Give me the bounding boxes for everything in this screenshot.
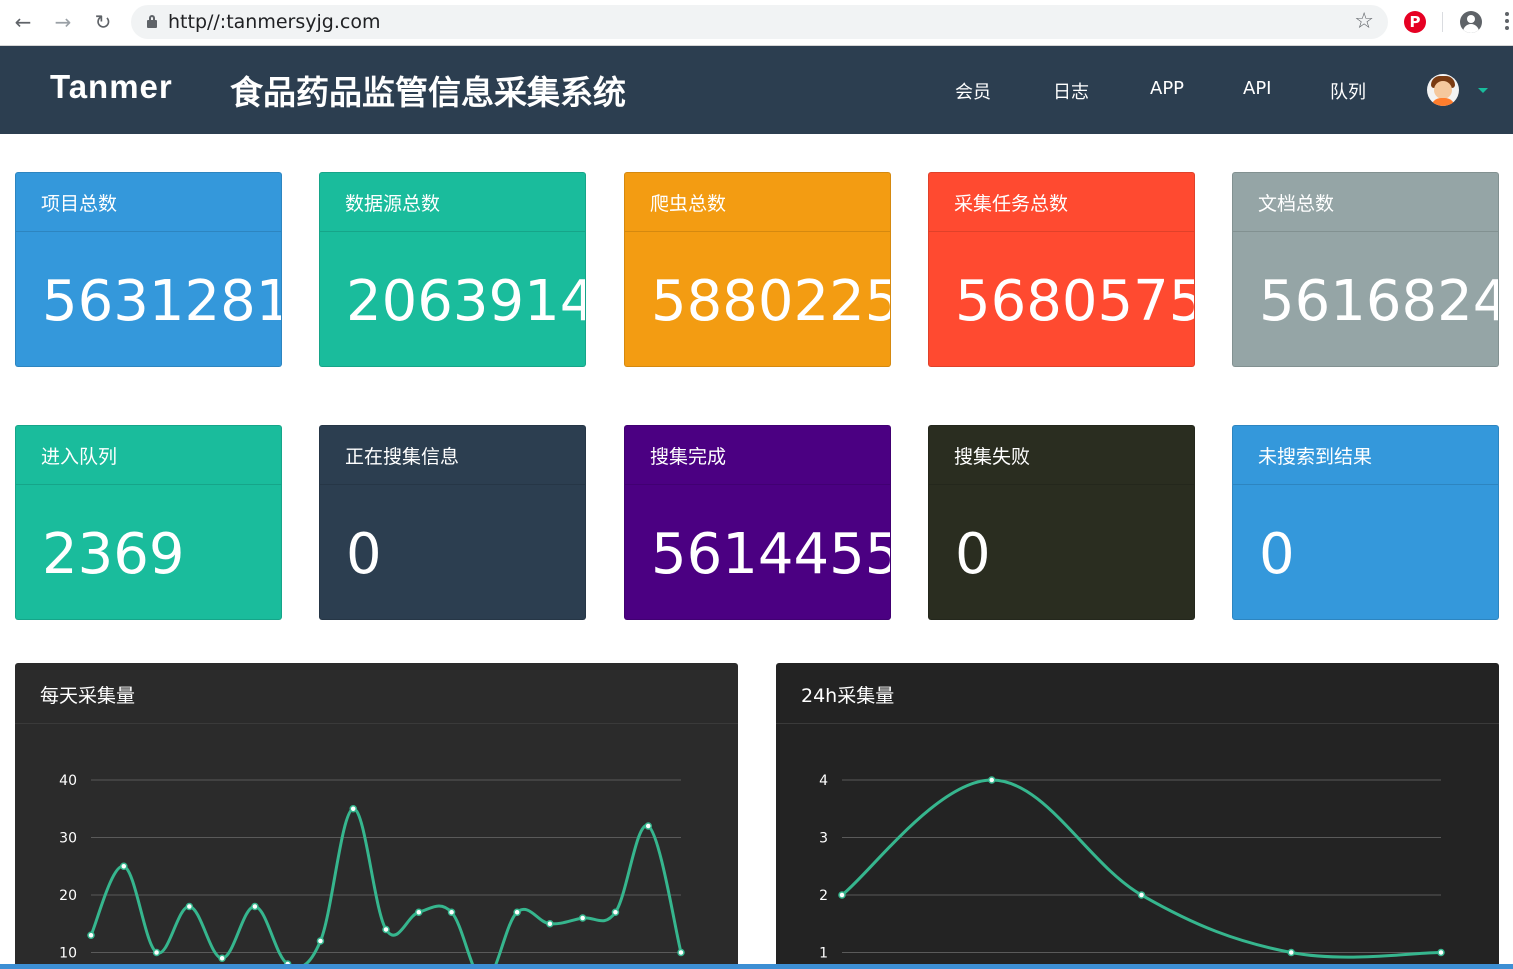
y-tick-label: 3 xyxy=(819,831,828,847)
data-point xyxy=(152,948,161,957)
hourly-chart-title: 24h采集量 xyxy=(776,663,1499,724)
y-tick-label: 40 xyxy=(59,773,77,789)
url-text[interactable]: http//:tanmersyjg.com xyxy=(168,11,380,33)
series-line xyxy=(89,807,683,969)
stat-panel-projects: 项目总数 5631281 xyxy=(15,172,282,367)
bookmark-star-icon[interactable]: ☆ xyxy=(1354,9,1374,34)
stat-panel-failed: 搜集失败 0 xyxy=(928,425,1195,620)
data-point xyxy=(1437,948,1445,957)
y-tick-label: 1 xyxy=(819,946,828,962)
lock-icon xyxy=(147,15,157,28)
series-line xyxy=(841,778,1442,959)
data-point xyxy=(447,908,456,916)
hourly-line-chart: 1 2 3 4 xyxy=(819,773,1445,962)
forward-arrow-icon[interactable]: → xyxy=(49,8,77,36)
data-point xyxy=(988,776,996,784)
nav-link-api[interactable]: API xyxy=(1243,78,1271,99)
profile-icon[interactable] xyxy=(1460,11,1482,33)
stat-value: 5614455 xyxy=(651,522,891,587)
data-point xyxy=(87,931,95,939)
stat-label: 数据源总数 xyxy=(320,173,585,232)
daily-chart-panel: 每天采集量 10 20 30 40 xyxy=(15,663,738,969)
brand-logo[interactable]: Tanmer xyxy=(50,68,173,106)
y-tick-label: 4 xyxy=(819,773,828,789)
data-point xyxy=(677,948,685,957)
stat-value: 5616824 xyxy=(1259,269,1499,334)
stat-panel-tasks: 采集任务总数 5680575 xyxy=(928,172,1195,367)
stat-label: 搜集失败 xyxy=(929,426,1194,485)
daily-line-chart: 10 20 30 40 xyxy=(59,773,685,969)
nav-link-queue[interactable]: 队列 xyxy=(1330,78,1366,104)
data-point xyxy=(185,902,194,911)
data-point xyxy=(218,954,226,962)
stat-value: 0 xyxy=(1259,522,1295,587)
nav-link-app[interactable]: APP xyxy=(1150,78,1184,99)
y-tick-label: 10 xyxy=(59,946,77,962)
stat-panel-documents: 文档总数 5616824 xyxy=(1232,172,1499,367)
stat-label: 项目总数 xyxy=(16,173,281,232)
data-point xyxy=(546,920,554,928)
data-point xyxy=(120,862,128,870)
reload-icon[interactable]: ↻ xyxy=(89,8,117,36)
data-point xyxy=(1287,948,1295,957)
chevron-down-icon[interactable] xyxy=(1478,88,1488,93)
nav-link-logs[interactable]: 日志 xyxy=(1053,78,1089,104)
user-avatar[interactable] xyxy=(1427,74,1459,106)
stat-panel-crawlers: 爬虫总数 5880225 xyxy=(624,172,891,367)
system-title: 食品药品监管信息采集系统 xyxy=(230,73,626,112)
pinterest-extension-icon[interactable]: P xyxy=(1404,11,1426,33)
data-point xyxy=(415,908,423,916)
data-point xyxy=(838,891,846,899)
stat-label: 爬虫总数 xyxy=(625,173,890,232)
y-tick-label: 2 xyxy=(819,888,828,904)
app-navbar: Tanmer 食品药品监管信息采集系统 会员 日志 APP API 队列 xyxy=(0,46,1513,134)
stat-panel-queued: 进入队列 2369 xyxy=(15,425,282,620)
stat-value: 5680575 xyxy=(955,269,1195,334)
data-point xyxy=(382,925,390,934)
data-point xyxy=(349,805,357,813)
stat-label: 进入队列 xyxy=(16,426,281,485)
stat-value: 2369 xyxy=(42,522,185,587)
daily-chart-title: 每天采集量 xyxy=(15,663,738,724)
stat-value: 0 xyxy=(955,522,991,587)
browser-menu-icon[interactable] xyxy=(1505,12,1511,34)
stat-label: 搜集完成 xyxy=(625,426,890,485)
data-point xyxy=(513,908,521,916)
stat-value: 5880225 xyxy=(651,269,891,334)
y-tick-label: 30 xyxy=(59,831,77,847)
address-bar[interactable]: http//:tanmersyjg.com ☆ xyxy=(131,5,1388,39)
data-point xyxy=(578,914,587,922)
stat-panel-datasources: 数据源总数 2063914 xyxy=(319,172,586,367)
stat-label: 正在搜集信息 xyxy=(320,426,585,485)
data-point xyxy=(644,822,652,830)
data-point xyxy=(316,937,325,945)
bottom-scroll-strip xyxy=(0,964,1513,969)
stat-panel-no-result: 未搜索到结果 0 xyxy=(1232,425,1499,620)
data-point xyxy=(251,902,259,911)
back-arrow-icon[interactable]: ← xyxy=(9,8,37,36)
stat-panel-completed: 搜集完成 5614455 xyxy=(624,425,891,620)
stat-label: 未搜索到结果 xyxy=(1233,426,1498,485)
stat-panel-collecting: 正在搜集信息 0 xyxy=(319,425,586,620)
data-point xyxy=(611,908,620,916)
y-tick-label: 20 xyxy=(59,888,77,904)
stat-value: 5631281 xyxy=(42,269,282,334)
data-point xyxy=(1137,891,1146,899)
stat-label: 采集任务总数 xyxy=(929,173,1194,232)
stat-value: 0 xyxy=(346,522,382,587)
hourly-chart-panel: 24h采集量 1 2 3 4 xyxy=(776,663,1499,969)
stat-value: 2063914 xyxy=(346,269,586,334)
nav-link-members[interactable]: 会员 xyxy=(955,78,991,104)
toolbar-divider xyxy=(1442,12,1443,32)
browser-toolbar: ← → ↻ http//:tanmersyjg.com ☆ P xyxy=(0,0,1513,46)
stat-label: 文档总数 xyxy=(1233,173,1498,232)
